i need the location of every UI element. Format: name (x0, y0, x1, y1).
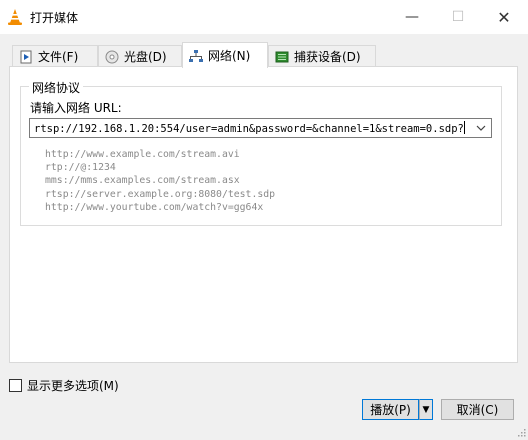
disc-icon (105, 50, 119, 64)
vlc-cone-icon (6, 8, 24, 26)
url-input[interactable]: rtsp://192.168.1.20:554/user=admin&passw… (29, 118, 492, 138)
group-title: 网络协议 (29, 79, 84, 96)
example-url: http://www.yourtube.com/watch?v=gg64x (45, 201, 264, 213)
play-dropdown-button[interactable]: ▼ (419, 399, 433, 420)
close-button[interactable]: ✕ (481, 0, 527, 34)
more-options-checkbox[interactable] (9, 379, 22, 392)
minimize-button[interactable]: — (389, 0, 435, 34)
network-icon (189, 49, 203, 63)
url-label: 请输入网络 URL: (30, 101, 122, 115)
text-caret (463, 121, 465, 134)
more-options-label: 显示更多选项(M) (27, 379, 119, 393)
chevron-down-icon[interactable] (473, 120, 489, 136)
tab-capture-label: 捕获设备(D) (294, 50, 361, 64)
title-bar: 打开媒体 — ☐ ✕ (0, 0, 528, 34)
tab-network[interactable]: 网络(N) (182, 42, 268, 68)
url-examples: http://www.example.com/stream.avi rtp://… (45, 148, 275, 214)
file-icon (19, 50, 33, 64)
maximize-button[interactable]: ☐ (435, 0, 481, 34)
window-title: 打开媒体 (30, 11, 79, 25)
resize-grip-icon[interactable] (516, 426, 526, 437)
tab-network-label: 网络(N) (208, 49, 251, 63)
url-value: rtsp://192.168.1.20:554/user=admin&passw… (34, 123, 464, 135)
more-options[interactable]: 显示更多选项(M) (9, 377, 119, 394)
tab-file-label: 文件(F) (38, 50, 79, 64)
play-button[interactable]: 播放(P) (362, 399, 419, 420)
tab-file[interactable]: 文件(F) (12, 45, 98, 67)
caret-down-icon: ▼ (422, 404, 430, 415)
capture-device-icon (275, 50, 289, 64)
tab-disc-label: 光盘(D) (124, 50, 167, 64)
example-url: rtsp://server.example.org:8080/test.sdp (45, 188, 276, 200)
example-url: mms://mms.examples.com/stream.asx (45, 175, 240, 187)
tab-capture-device[interactable]: 捕获设备(D) (268, 45, 376, 67)
cancel-button[interactable]: 取消(C) (441, 399, 514, 420)
example-url: http://www.example.com/stream.avi (45, 149, 240, 160)
tab-disc[interactable]: 光盘(D) (98, 45, 182, 67)
example-url: rtp://@:1234 (45, 162, 116, 174)
